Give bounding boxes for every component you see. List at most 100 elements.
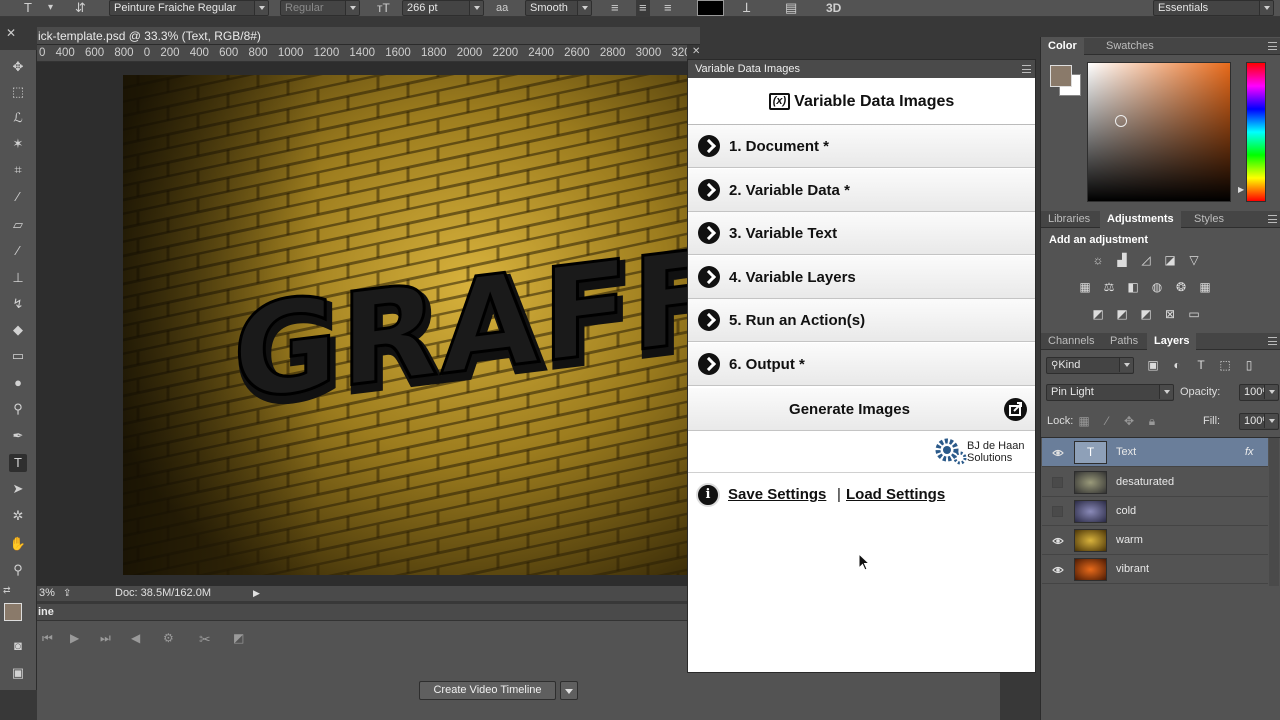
step-run-actions[interactable]: 5. Run an Action(s) <box>688 299 1035 342</box>
hue-slider[interactable] <box>1246 62 1266 202</box>
create-video-timeline-button[interactable]: Create Video Timeline <box>419 681 556 700</box>
photo-filter-icon[interactable]: ◍ <box>1150 281 1164 294</box>
color-field[interactable] <box>1087 62 1231 202</box>
fill-input[interactable]: 100% <box>1239 413 1279 430</box>
filter-shape-icon[interactable]: ⬚ <box>1218 359 1232 372</box>
vibrance-icon[interactable]: ▽ <box>1187 254 1201 267</box>
align-right-icon[interactable]: ≡ <box>664 0 672 16</box>
document-tab[interactable]: ick-template.psd @ 33.3% (Text, RGB/8#) <box>37 27 700 45</box>
tab-paths[interactable]: Paths <box>1103 333 1145 350</box>
exposure-icon[interactable]: ◪ <box>1163 254 1177 267</box>
close-document-icon[interactable]: ✕ <box>692 46 700 57</box>
layer-row-desaturated[interactable]: desaturated <box>1042 468 1268 497</box>
black-white-icon[interactable]: ◧ <box>1126 281 1140 294</box>
text-color-swatch[interactable] <box>697 0 724 16</box>
color-foreground-swatch[interactable] <box>1050 65 1072 87</box>
generate-images-button[interactable]: Generate Images <box>688 388 1035 431</box>
foreground-color[interactable] <box>4 603 22 621</box>
step-variable-text[interactable]: 3. Variable Text <box>688 212 1035 255</box>
pen-tool-icon[interactable]: ✒ <box>9 427 27 445</box>
layer-row-text[interactable]: T Text fx <box>1042 438 1268 467</box>
crop-tool-icon[interactable]: ⌗ <box>9 161 27 179</box>
tab-layers[interactable]: Layers <box>1147 333 1197 350</box>
lock-transparent-icon[interactable]: ▦ <box>1077 415 1091 428</box>
tab-adjustments[interactable]: Adjustments <box>1100 211 1181 228</box>
3d-icon[interactable]: 3D <box>826 0 841 16</box>
visibility-toggle[interactable] <box>1052 506 1063 517</box>
lock-all-icon[interactable]: 🔒︎ <box>1145 415 1159 428</box>
panel-menu-icon[interactable] <box>1268 215 1277 223</box>
color-balance-icon[interactable]: ⚖ <box>1102 281 1116 294</box>
tab-libraries[interactable]: Libraries <box>1041 211 1097 228</box>
lasso-tool-icon[interactable]: ℒ <box>9 109 27 127</box>
visibility-eye-icon[interactable] <box>1052 447 1064 459</box>
filter-adjustment-icon[interactable]: ◐ <box>1170 359 1184 372</box>
panel-menu-icon[interactable] <box>1268 337 1277 345</box>
panel-menu-icon[interactable] <box>1022 65 1031 73</box>
move-tool-icon[interactable]: ✥ <box>9 58 27 76</box>
step-document[interactable]: 1. Document * <box>688 125 1035 168</box>
color-lookup-icon[interactable]: ▦ <box>1198 281 1212 294</box>
character-panel-icon[interactable]: ▤ <box>785 0 797 16</box>
panel-menu-icon[interactable] <box>1268 42 1277 50</box>
posterize-icon[interactable]: ◩ <box>1115 308 1129 321</box>
layer-row-cold[interactable]: cold <box>1042 497 1268 526</box>
filter-smart-object-icon[interactable]: ▯ <box>1242 359 1256 372</box>
step-output[interactable]: 6. Output * <box>688 343 1035 386</box>
lock-pixels-icon[interactable]: ⁄ <box>1100 415 1114 428</box>
antialias-select[interactable]: Smooth <box>525 0 592 16</box>
opacity-input[interactable]: 100% <box>1239 384 1279 401</box>
brightness-icon[interactable]: ☼ <box>1091 254 1105 267</box>
gradient-tool-icon[interactable]: ▭ <box>9 347 27 365</box>
selective-color-icon[interactable]: ⊠ <box>1163 308 1177 321</box>
layers-scrollbar[interactable] <box>1269 438 1279 586</box>
hue-saturation-icon[interactable]: ▦ <box>1078 281 1092 294</box>
visibility-toggle[interactable] <box>1052 477 1063 488</box>
magic-wand-icon[interactable]: ✶ <box>9 135 27 153</box>
path-selection-icon[interactable]: ➤ <box>9 480 27 498</box>
audio-icon[interactable]: ◀ <box>131 631 140 645</box>
healing-brush-icon[interactable]: ▱ <box>9 216 27 234</box>
curves-icon[interactable]: ◿ <box>1139 254 1153 267</box>
workspace-select[interactable]: Essentials <box>1153 0 1274 16</box>
hue-slider-handle-icon[interactable]: ▶ <box>1238 185 1244 194</box>
layer-row-warm[interactable]: warm <box>1042 526 1268 555</box>
play-icon[interactable]: ▶ <box>70 631 79 645</box>
save-settings-link[interactable]: Save Settings <box>728 486 826 504</box>
blend-mode-select[interactable]: Pin Light <box>1046 384 1174 401</box>
layer-row-vibrant[interactable]: vibrant <box>1042 555 1268 584</box>
eraser-icon[interactable]: ◆ <box>9 321 27 339</box>
zoom-level[interactable]: 3% <box>39 586 55 601</box>
visibility-eye-icon[interactable] <box>1052 535 1064 547</box>
step-variable-data[interactable]: 2. Variable Data * <box>688 169 1035 212</box>
align-center-icon[interactable]: ≡ <box>636 0 650 16</box>
custom-shape-icon[interactable]: ✲ <box>9 507 27 525</box>
filter-type-icon[interactable]: T <box>1194 359 1208 372</box>
channel-mixer-icon[interactable]: ❂ <box>1174 281 1188 294</box>
invert-icon[interactable]: ◩ <box>1091 308 1105 321</box>
tab-color[interactable]: Color <box>1041 38 1084 55</box>
marquee-tool-icon[interactable]: ⬚ <box>9 83 27 101</box>
blur-tool-icon[interactable]: ● <box>9 374 27 392</box>
align-left-icon[interactable]: ≡ <box>611 0 619 16</box>
warp-text-icon[interactable]: Ʇ <box>743 0 750 16</box>
zoom-tool-icon[interactable]: ⚲ <box>9 561 27 579</box>
eyedropper-icon[interactable]: ⁄ <box>9 188 27 206</box>
lock-position-icon[interactable]: ✥ <box>1122 415 1136 428</box>
screen-mode-icon[interactable]: ▣ <box>9 664 27 682</box>
history-brush-icon[interactable]: ↯ <box>9 295 27 313</box>
export-icon[interactable]: ⇪ <box>63 586 71 601</box>
split-scissors-icon[interactable]: ✂ <box>199 631 211 648</box>
info-icon[interactable]: i <box>696 483 720 507</box>
text-orientation-icon[interactable]: ⇵ <box>75 0 86 16</box>
tab-swatches[interactable]: Swatches <box>1099 38 1161 55</box>
settings-gear-icon[interactable]: ⚙ <box>163 631 174 645</box>
clone-stamp-icon[interactable]: ⊥ <box>9 269 27 287</box>
hand-tool-icon[interactable]: ✋ <box>9 535 27 553</box>
quick-mask-icon[interactable]: ◙ <box>9 637 27 655</box>
type-tool-icon[interactable]: T <box>9 454 27 472</box>
dodge-tool-icon[interactable]: ⚲ <box>9 400 27 418</box>
artwork-image[interactable]: GRAFFITI GRAFFITI <box>123 75 687 575</box>
font-style-select[interactable]: Regular <box>280 0 360 16</box>
font-size-select[interactable]: 266 pt <box>402 0 484 16</box>
